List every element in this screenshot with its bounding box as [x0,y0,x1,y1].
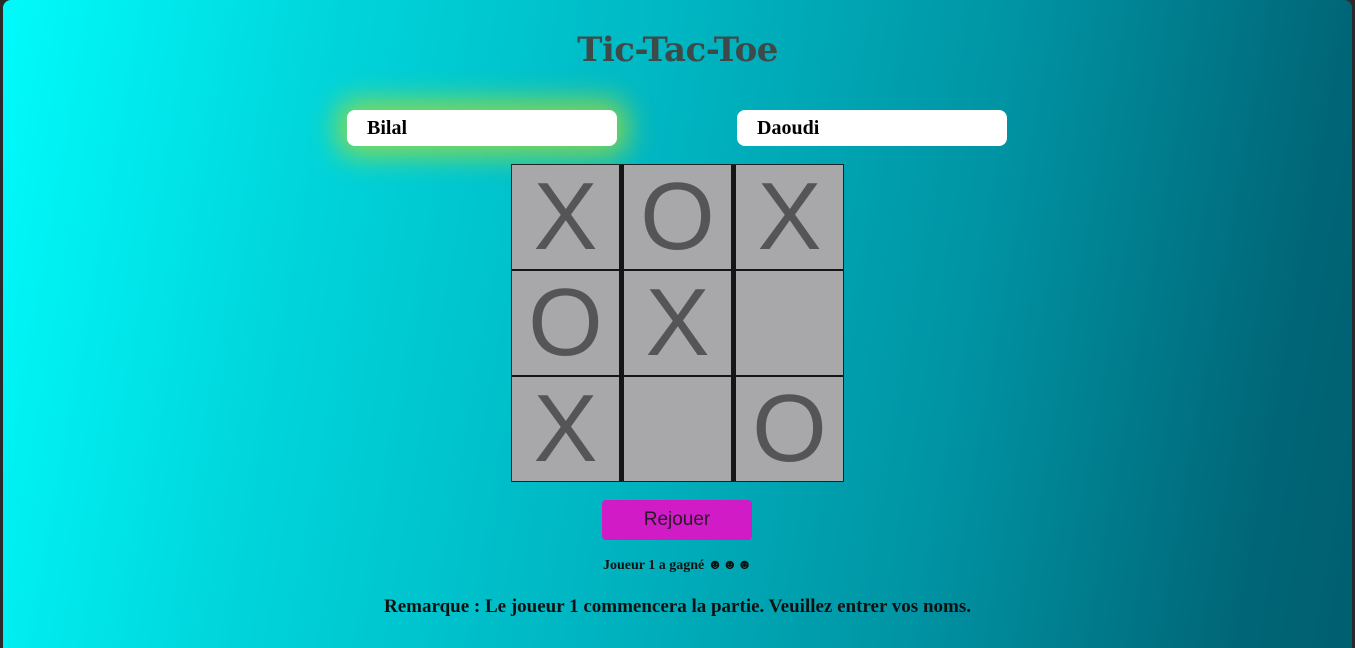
board-cell-2[interactable]: O [624,165,731,269]
replay-button[interactable]: Rejouer [602,500,752,540]
board-cell-7[interactable]: X [512,377,619,481]
game-page: Tic-Tac-Toe X O X O X X O Rejouer Joueur… [3,0,1352,648]
board-cell-4[interactable]: O [512,271,619,375]
board-cell-1[interactable]: X [512,165,619,269]
board-cell-6[interactable] [736,271,843,375]
board-cell-9[interactable]: O [736,377,843,481]
board-cell-5[interactable]: X [624,271,731,375]
player2-name-input[interactable] [737,110,1007,146]
game-board: X O X O X X O [511,164,844,482]
page-title: Tic-Tac-Toe [577,30,778,70]
player1-name-input[interactable] [347,110,617,146]
board-cell-8[interactable] [624,377,731,481]
result-message: Joueur 1 a gagné ☻☻☻ [603,558,752,573]
instructions-note: Remarque : Le joueur 1 commencera la par… [384,596,971,617]
board-cell-3[interactable]: X [736,165,843,269]
